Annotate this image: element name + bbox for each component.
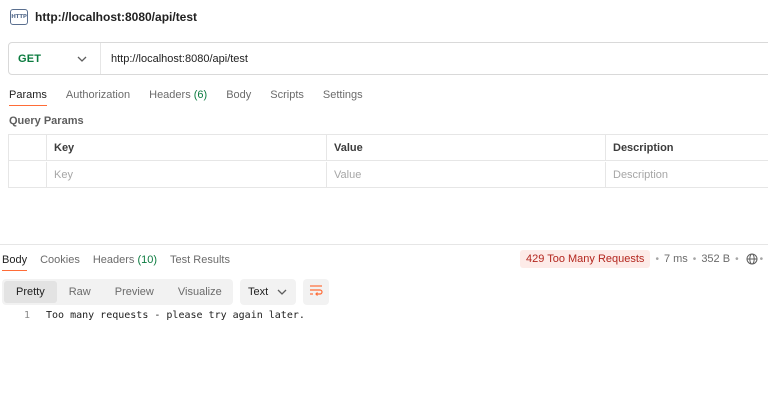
tab-cookies[interactable]: Cookies bbox=[40, 251, 80, 270]
wrap-lines-icon bbox=[309, 283, 323, 301]
param-key-input[interactable]: Key bbox=[46, 162, 326, 188]
response-meta: 429 Too Many Requests • 7 ms • 352 B • • bbox=[520, 250, 763, 268]
method-select[interactable]: GET bbox=[9, 43, 101, 74]
format-pretty[interactable]: Pretty bbox=[4, 281, 57, 303]
response-format-group: Pretty Raw Preview Visualize bbox=[2, 279, 233, 305]
column-key: Key bbox=[46, 135, 326, 160]
tab-body[interactable]: Body bbox=[226, 86, 251, 105]
url-bar: GET http://localhost:8080/api/test bbox=[8, 42, 768, 75]
row-checkbox-cell bbox=[9, 162, 46, 188]
param-value-input[interactable]: Value bbox=[326, 162, 605, 188]
separator-dot: • bbox=[735, 253, 739, 265]
response-headers-count: (10) bbox=[137, 254, 158, 266]
checkbox-column bbox=[9, 135, 46, 160]
http-request-icon: HTTP bbox=[10, 9, 28, 25]
column-description: Description bbox=[605, 135, 768, 160]
query-params-table: Key Value Description Key Value Descript… bbox=[8, 134, 768, 188]
response-tabs: Body Cookies Headers (10) Test Results bbox=[2, 251, 243, 271]
response-body-line: 1 Too many requests - please try again l… bbox=[0, 310, 768, 321]
response-time[interactable]: 7 ms bbox=[664, 253, 688, 265]
response-divider[interactable] bbox=[0, 244, 768, 245]
separator-dot: • bbox=[759, 253, 764, 265]
format-visualize[interactable]: Visualize bbox=[166, 281, 234, 303]
url-input[interactable]: http://localhost:8080/api/test bbox=[101, 53, 248, 65]
wrap-lines-button[interactable] bbox=[303, 279, 329, 305]
response-body-text[interactable]: Too many requests - please try again lat… bbox=[32, 310, 305, 321]
tab-authorization[interactable]: Authorization bbox=[66, 86, 130, 105]
tab-params[interactable]: Params bbox=[9, 86, 47, 106]
globe-icon[interactable] bbox=[746, 253, 758, 265]
chevron-down-icon bbox=[277, 287, 287, 297]
tab-response-headers[interactable]: Headers (10) bbox=[93, 251, 157, 270]
tab-scripts[interactable]: Scripts bbox=[270, 86, 304, 105]
method-label: GET bbox=[18, 52, 42, 65]
tab-response-body[interactable]: Body bbox=[2, 251, 28, 271]
column-value: Value bbox=[326, 135, 605, 160]
tab-test-results[interactable]: Test Results bbox=[170, 251, 230, 270]
response-type-select[interactable]: Text bbox=[240, 279, 296, 305]
param-description-input[interactable]: Description bbox=[605, 162, 768, 188]
line-number: 1 bbox=[23, 310, 30, 321]
separator-dot: • bbox=[692, 253, 697, 265]
tab-headers[interactable]: Headers (6) bbox=[149, 86, 207, 105]
request-title[interactable]: http://localhost:8080/api/test bbox=[35, 10, 197, 24]
table-header-row: Key Value Description bbox=[9, 135, 768, 161]
response-type-label: Text bbox=[248, 286, 269, 298]
separator-dot: • bbox=[655, 253, 659, 265]
query-params-label: Query Params bbox=[9, 115, 84, 127]
format-raw[interactable]: Raw bbox=[57, 281, 103, 303]
chevron-down-icon bbox=[77, 54, 87, 64]
status-badge[interactable]: 429 Too Many Requests bbox=[520, 250, 651, 268]
table-row: Key Value Description bbox=[9, 162, 768, 188]
title-bar: HTTP http://localhost:8080/api/test bbox=[0, 0, 768, 34]
headers-count: (6) bbox=[193, 89, 208, 101]
format-preview[interactable]: Preview bbox=[103, 281, 166, 303]
tab-settings[interactable]: Settings bbox=[323, 86, 363, 105]
response-size[interactable]: 352 B bbox=[701, 253, 730, 265]
request-tabs: Params Authorization Headers (6) Body Sc… bbox=[9, 86, 382, 106]
